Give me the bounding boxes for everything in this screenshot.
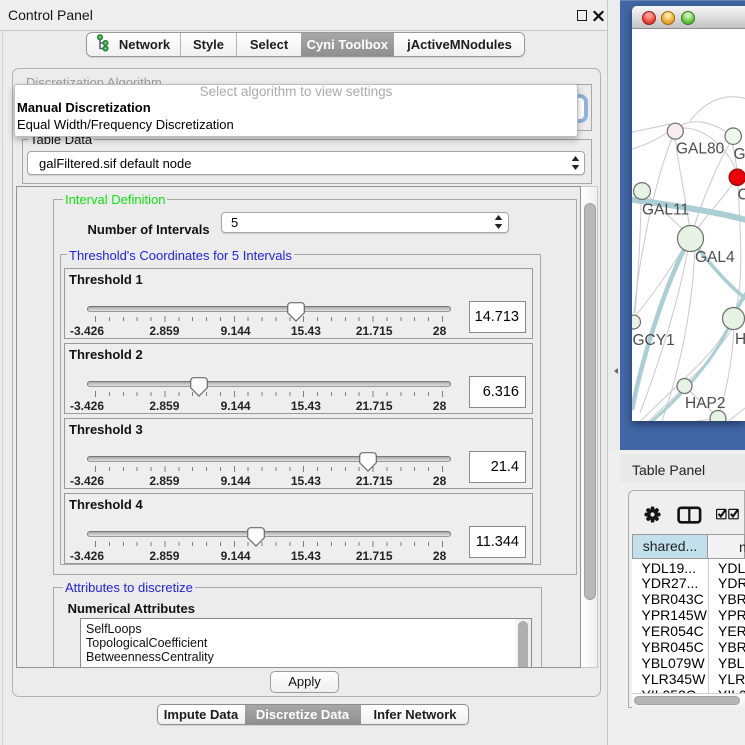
svg-text:HAP2: HAP2 bbox=[685, 395, 726, 412]
svg-text:GAL80: GAL80 bbox=[676, 141, 725, 158]
svg-text:H: H bbox=[735, 331, 745, 348]
svg-text:GCY1: GCY1 bbox=[633, 332, 675, 349]
svg-text:GAL4: GAL4 bbox=[695, 249, 735, 266]
svg-text:CR: CR bbox=[738, 187, 745, 204]
svg-text:G.: G. bbox=[734, 146, 745, 163]
svg-text:GAL11: GAL11 bbox=[642, 202, 689, 219]
